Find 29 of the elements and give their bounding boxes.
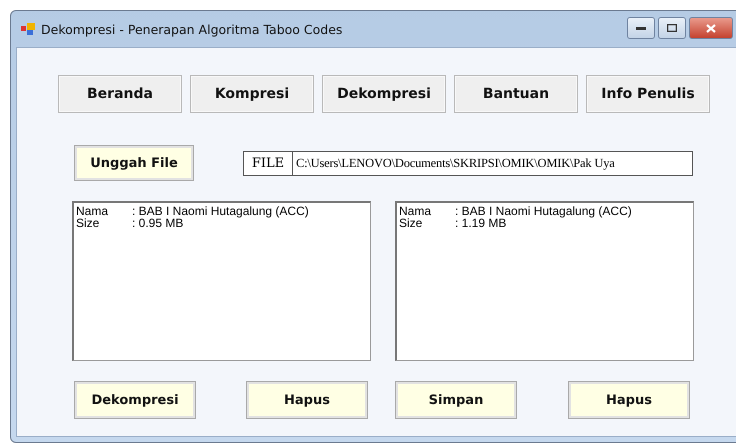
- file-path-field[interactable]: FILE C:\Users\LENOVO\Documents\SKRIPSI\OMIK\OMIK\Pak Uya: [243, 150, 693, 176]
- info-value: : BAB I Naomi Hutagalung (ACC): [455, 205, 632, 217]
- info-value: : 0.95 MB: [132, 217, 184, 229]
- info-value: : 1.19 MB: [455, 217, 506, 229]
- info-label: Size: [76, 217, 100, 229]
- nav-button[interactable]: Dekompresi: [322, 75, 446, 113]
- info-label: Nama: [76, 205, 110, 217]
- action-button[interactable]: Dekompresi: [74, 381, 196, 419]
- action-button[interactable]: Hapus: [246, 381, 368, 419]
- nav-button[interactable]: Info Penulis: [586, 75, 710, 113]
- action-button[interactable]: Hapus: [568, 381, 690, 419]
- file-path: C:\Users\LENOVO\Documents\SKRIPSI\OMIK\OMIK\Pak Uya: [295, 154, 616, 172]
- minimize-icon: [636, 26, 646, 30]
- file-label: FILE: [244, 152, 293, 174]
- nav-button[interactable]: Kompresi: [190, 75, 314, 113]
- window-title: Dekompresi - Penerapan Algoritma Taboo Codes: [41, 22, 342, 36]
- info-value: : BAB I Naomi Hutagalung (ACC): [132, 205, 309, 217]
- info-label: Size: [399, 217, 424, 229]
- action-button[interactable]: Simpan: [395, 381, 517, 419]
- info-label: Nama: [399, 205, 432, 217]
- close-icon: [706, 24, 716, 32]
- nav-button[interactable]: Bantuan: [454, 75, 578, 113]
- maximize-button[interactable]: [658, 17, 686, 39]
- app-icon: [21, 23, 35, 35]
- nav-button[interactable]: Beranda: [58, 75, 182, 113]
- upload-button[interactable]: Unggah File: [74, 145, 194, 181]
- minimize-button[interactable]: [627, 17, 655, 39]
- maximize-icon: [667, 24, 677, 32]
- close-button[interactable]: [689, 17, 733, 39]
